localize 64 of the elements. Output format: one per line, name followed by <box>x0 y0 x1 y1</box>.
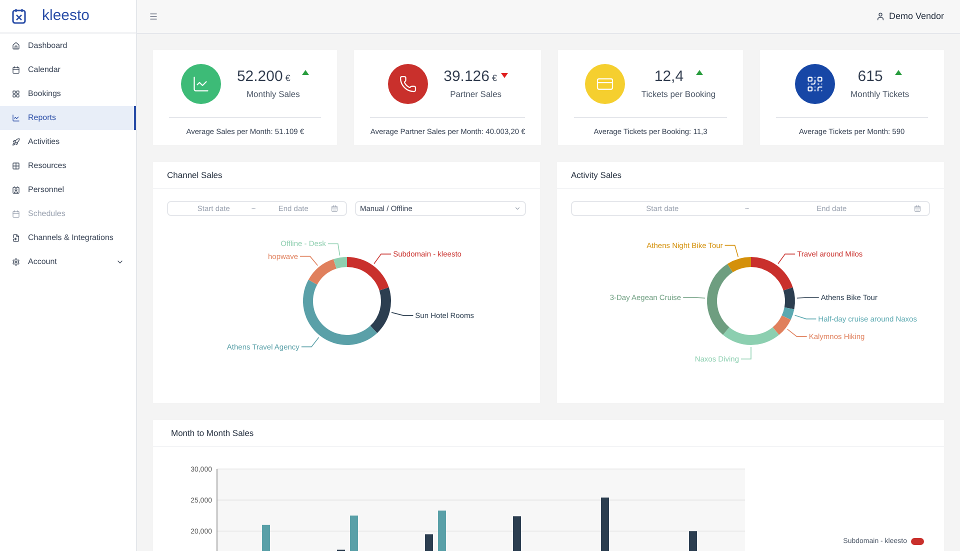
leader-line <box>777 254 795 264</box>
stat-label: Monthly Sales <box>246 88 300 102</box>
leader-line <box>724 244 738 258</box>
contact-card-icon <box>12 186 20 194</box>
bar <box>425 534 433 551</box>
bar <box>513 516 521 551</box>
user-icon <box>876 12 885 21</box>
user-name[interactable]: Demo Vendor <box>888 10 944 24</box>
chevron-down-icon <box>514 205 521 212</box>
leader-line <box>373 254 391 264</box>
sidebar-item[interactable]: Bookings <box>0 82 136 106</box>
leader-line <box>682 296 705 298</box>
leader-line <box>740 346 751 360</box>
brand-name: kleesto <box>42 6 90 26</box>
qr-code-icon <box>806 74 824 92</box>
home-icon <box>12 42 20 50</box>
line-chart-icon <box>12 114 20 122</box>
stat-value: 12,4 <box>654 66 684 87</box>
leader-line <box>794 314 816 320</box>
card-title: Channel Sales <box>167 168 222 182</box>
trend-up-icon <box>696 70 703 75</box>
calendar-icon <box>12 210 20 218</box>
trend-up-icon <box>894 70 902 75</box>
leader-line <box>796 296 819 298</box>
leader-line <box>299 256 318 266</box>
stat-label: Monthly Tickets <box>850 88 910 102</box>
stat-label: Tickets per Booking <box>641 88 716 102</box>
bar <box>601 498 609 551</box>
sidebar-item[interactable]: Personnel <box>0 178 136 202</box>
grid-icon <box>12 162 20 170</box>
leader-line <box>327 243 340 256</box>
sidebar-item[interactable]: Activities <box>0 130 136 154</box>
card-title: Activity Sales <box>571 168 622 182</box>
sidebar-item[interactable]: Reports <box>0 106 136 130</box>
calendar-icon <box>331 205 338 212</box>
stat-value: 52.200 € <box>236 66 290 87</box>
menu-icon[interactable] <box>149 12 158 21</box>
bar <box>350 516 358 551</box>
bar <box>262 524 270 551</box>
leader-line <box>390 312 414 316</box>
sidebar-item[interactable]: Resources <box>0 154 136 178</box>
card-title: Month to Month Sales <box>171 426 254 440</box>
logo-icon <box>12 8 26 24</box>
rocket-icon <box>12 138 20 146</box>
sidebar-item[interactable]: Channels & Integrations <box>0 226 136 250</box>
phone-icon <box>398 74 417 92</box>
sidebar-item[interactable]: Dashboard <box>0 34 136 58</box>
trend-down-icon <box>501 72 508 78</box>
stat-label: Partner Sales <box>450 88 502 102</box>
sidebar-item[interactable]: Calendar <box>0 58 136 82</box>
stat-value: 39.126 € <box>444 66 498 87</box>
stat-value: 615 <box>858 66 883 87</box>
calendar-icon <box>12 66 20 74</box>
bar <box>438 510 446 551</box>
leader-line <box>786 328 807 337</box>
sidebar-item[interactable]: Account <box>0 250 136 274</box>
line-chart-icon <box>192 74 210 92</box>
bar <box>689 531 697 551</box>
settings-icon <box>12 258 20 266</box>
calendar-icon <box>914 205 922 212</box>
grid-icon <box>12 90 20 98</box>
file-icon <box>12 234 20 242</box>
leader-line <box>300 336 319 348</box>
trend-up-icon <box>302 70 310 75</box>
